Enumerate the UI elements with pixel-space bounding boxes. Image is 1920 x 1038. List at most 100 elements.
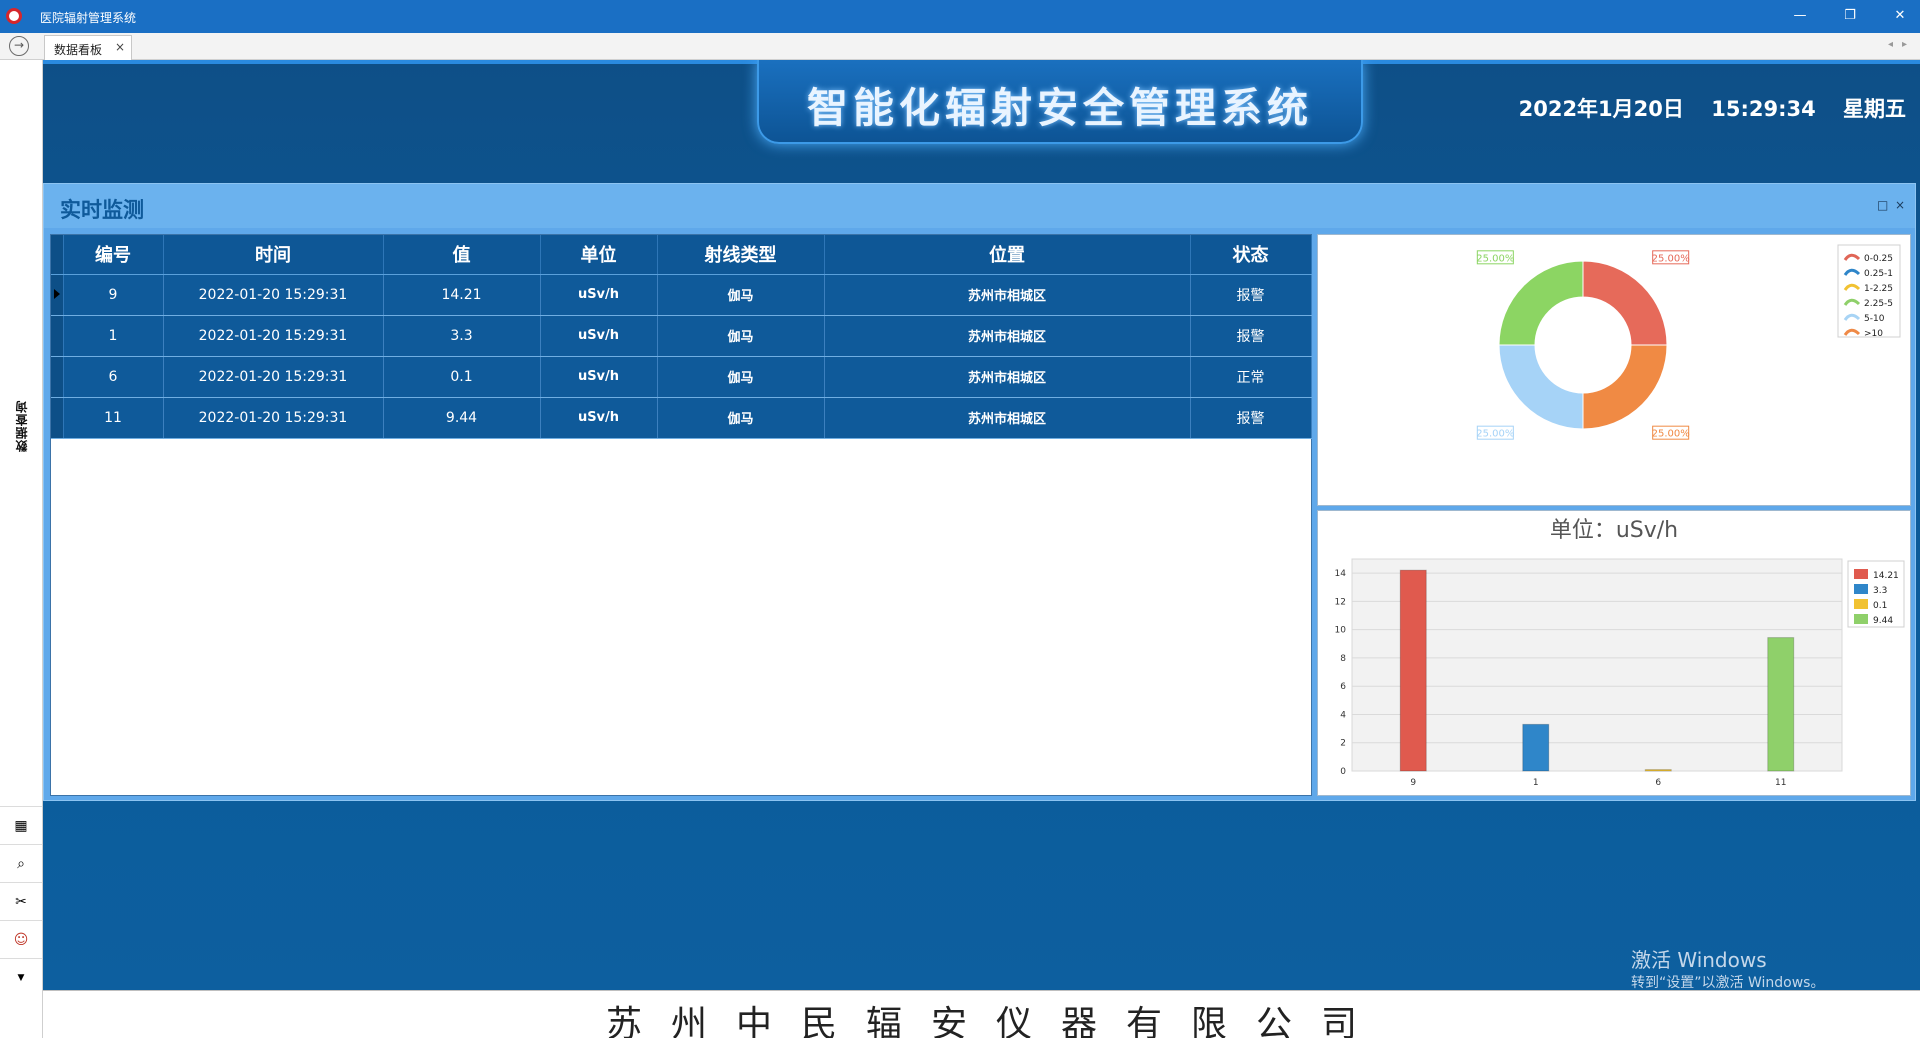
tab-dashboard[interactable]: 数据看板 ×	[44, 35, 132, 60]
table-header-row: 编号 时间 值 单位 射线类型 位置 状态	[51, 235, 1312, 275]
data-table: 编号 时间 值 单位 射线类型 位置 状态 9 2022-01-20 15:29…	[51, 235, 1312, 439]
x-tick-label: 9	[1410, 778, 1416, 788]
close-button[interactable]: ✕	[1885, 6, 1915, 26]
column-header[interactable]: 值	[383, 235, 541, 275]
cell-ray-type[interactable]: 伽马	[657, 315, 825, 357]
row-selector[interactable]	[51, 315, 64, 357]
y-tick-label: 14	[1335, 569, 1347, 579]
x-tick-label: 6	[1655, 778, 1661, 788]
column-header[interactable]: 射线类型	[657, 235, 825, 275]
donut-slice-label: 25.00%	[1652, 429, 1690, 440]
legend-label: 3.3	[1873, 586, 1887, 596]
cell-value[interactable]: 9.44	[383, 397, 541, 439]
legend-swatch-icon	[1854, 614, 1868, 624]
footer: 苏州中民辐安仪器有限公司	[43, 990, 1920, 1038]
bar-chart-title: 单位：uSv/h	[1550, 518, 1678, 543]
tab-close-icon[interactable]: ×	[115, 40, 125, 54]
legend-label: 14.21	[1873, 571, 1899, 581]
table-row[interactable]: 11 2022-01-20 15:29:31 9.44 uSv/h 伽马 苏州市…	[51, 397, 1312, 439]
cell-value[interactable]: 0.1	[383, 356, 541, 398]
left-sidebar: 数据查询 ▦ ⌕ ✂ ☺ ▼	[0, 60, 43, 1038]
cell-time[interactable]: 2022-01-20 15:29:31	[163, 356, 384, 398]
legend-swatch-icon	[1854, 599, 1868, 609]
cell-ray-type[interactable]: 伽马	[657, 356, 825, 398]
donut-slice	[1498, 260, 1584, 346]
panel-close-icon[interactable]: ×	[1895, 198, 1905, 212]
tab-scroll-left-icon[interactable]: ◂	[1888, 39, 1893, 50]
cell-unit[interactable]: uSv/h	[540, 315, 658, 357]
legend-label: 1-2.25	[1864, 284, 1893, 294]
donut-slice-label: 25.00%	[1476, 253, 1514, 264]
row-selector[interactable]	[51, 274, 64, 316]
cell-unit[interactable]: uSv/h	[540, 356, 658, 398]
y-tick-label: 12	[1335, 597, 1346, 607]
cell-location[interactable]: 苏州市相城区	[824, 315, 1191, 357]
cell-id[interactable]: 1	[63, 315, 164, 357]
legend-swatch-icon	[1854, 569, 1868, 579]
y-tick-label: 4	[1340, 710, 1346, 720]
chevron-down-icon[interactable]: ▼	[0, 958, 42, 996]
cell-time[interactable]: 2022-01-20 15:29:31	[163, 274, 384, 316]
cell-location[interactable]: 苏州市相城区	[824, 356, 1191, 398]
cell-value[interactable]: 3.3	[383, 315, 541, 357]
cell-value[interactable]: 14.21	[383, 274, 541, 316]
table-row[interactable]: 9 2022-01-20 15:29:31 14.21 uSv/h 伽马 苏州市…	[51, 274, 1312, 316]
cell-time[interactable]: 2022-01-20 15:29:31	[163, 397, 384, 439]
y-tick-label: 8	[1340, 654, 1346, 664]
column-header[interactable]: 单位	[540, 235, 658, 275]
legend-swatch-icon	[1854, 584, 1868, 594]
donut-slice-label: 25.00%	[1476, 429, 1514, 440]
donut-slice	[1582, 344, 1668, 430]
tools-icon[interactable]: ✂	[0, 882, 42, 920]
cell-status[interactable]: 报警	[1190, 274, 1312, 316]
bar-chart: 单位：uSv/h 0 2 4 6 8 10 12 14 9 1 6 11 14.21 3.3 0.1 9.44	[1335, 518, 1905, 788]
cell-time[interactable]: 2022-01-20 15:29:31	[163, 315, 384, 357]
row-selector[interactable]	[51, 356, 64, 398]
donut-slice	[1498, 344, 1584, 430]
legend-label: 0.25-1	[1864, 269, 1893, 279]
minimize-button[interactable]: —	[1785, 6, 1815, 26]
chart-icon[interactable]: ▦	[0, 806, 42, 844]
bar-chart-panel: 单位：uSv/h 0 2 4 6 8 10 12 14 9 1 6 11 14.21 3.3 0.1 9.44	[1317, 510, 1911, 796]
sidebar-item-data-query[interactable]: 数据查询	[13, 400, 29, 452]
cell-unit[interactable]: uSv/h	[540, 274, 658, 316]
donut-chart-panel: 25.00% 25.00% 25.00% 25.00% 0-0.25 0.25-1 1-2.…	[1317, 234, 1911, 506]
restore-button[interactable]: ❐	[1835, 6, 1865, 26]
clock-date: 2022年1月20日	[1518, 97, 1684, 121]
cell-status[interactable]: 报警	[1190, 397, 1312, 439]
back-arrow-icon[interactable]: →	[9, 36, 29, 56]
activation-watermark-title: 激活 Windows	[1631, 948, 1767, 972]
column-header[interactable]: 时间	[163, 235, 384, 275]
x-tick-label: 1	[1533, 778, 1539, 788]
page-title: 智能化辐射安全管理系统	[807, 84, 1313, 132]
cell-id[interactable]: 11	[63, 397, 164, 439]
cell-location[interactable]: 苏州市相城区	[824, 274, 1191, 316]
tab-scroll-right-icon[interactable]: ▸	[1902, 39, 1907, 50]
cell-ray-type[interactable]: 伽马	[657, 397, 825, 439]
column-header[interactable]: 编号	[63, 235, 164, 275]
column-header[interactable]: 位置	[824, 235, 1191, 275]
cell-status[interactable]: 正常	[1190, 356, 1312, 398]
dashboard-main: 智能化辐射安全管理系统 2022年1月20日 15:29:34 星期五 实时监测…	[43, 60, 1920, 990]
donut-slice-label: 25.00%	[1652, 253, 1690, 264]
clock-time: 15:29:34	[1711, 97, 1816, 121]
table-row[interactable]: 6 2022-01-20 15:29:31 0.1 uSv/h 伽马 苏州市相城…	[51, 356, 1312, 398]
cell-status[interactable]: 报警	[1190, 315, 1312, 357]
table-row[interactable]: 1 2022-01-20 15:29:31 3.3 uSv/h 伽马 苏州市相城…	[51, 315, 1312, 357]
row-selector[interactable]	[51, 397, 64, 439]
cell-id[interactable]: 9	[63, 274, 164, 316]
panel-maximize-icon[interactable]: □	[1877, 198, 1888, 212]
y-tick-label: 0	[1340, 767, 1346, 777]
bar	[1644, 769, 1672, 772]
users-icon[interactable]: ☺	[0, 920, 42, 958]
cell-unit[interactable]: uSv/h	[540, 397, 658, 439]
clock-weekday: 星期五	[1843, 97, 1906, 121]
legend-label: >10	[1864, 329, 1883, 339]
donut-chart: 25.00% 25.00% 25.00% 25.00% 0-0.25 0.25-1 1-2.…	[1476, 244, 1901, 440]
window-title: 医院辐射管理系统	[40, 11, 137, 25]
column-header[interactable]: 状态	[1190, 235, 1312, 275]
cell-id[interactable]: 6	[63, 356, 164, 398]
cell-location[interactable]: 苏州市相城区	[824, 397, 1191, 439]
cell-ray-type[interactable]: 伽马	[657, 274, 825, 316]
search-doc-icon[interactable]: ⌕	[0, 844, 42, 882]
